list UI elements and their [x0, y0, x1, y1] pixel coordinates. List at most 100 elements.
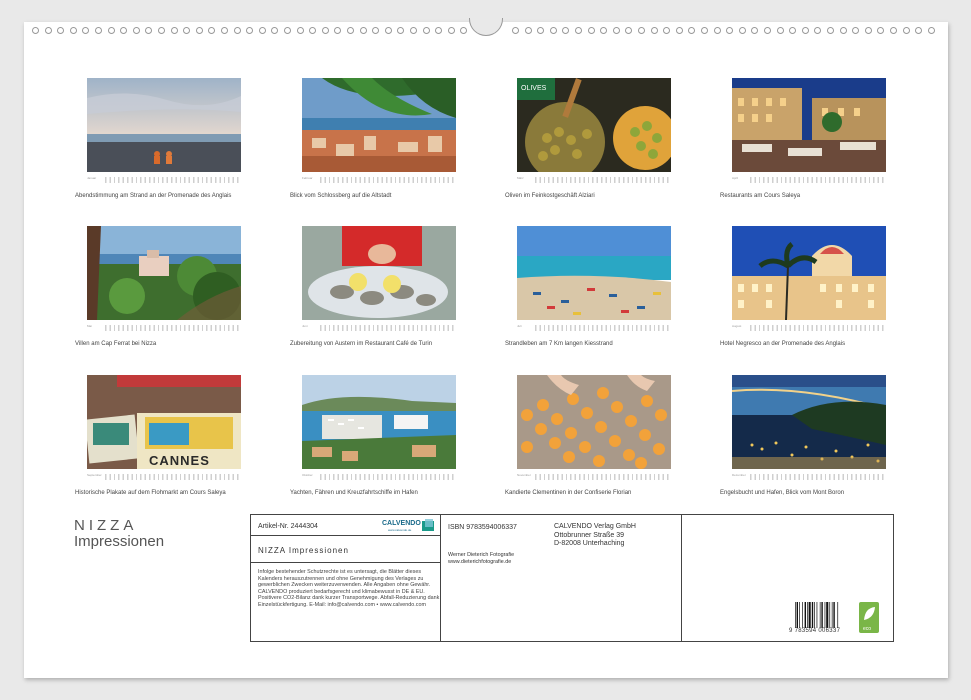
month-name: September: [87, 473, 102, 477]
month-days: [105, 177, 241, 183]
month-name: Mai: [87, 324, 92, 328]
calendar-title: NIZZA: [74, 517, 138, 534]
binding-ring: [549, 27, 557, 34]
photo-caption: Historische Plakate auf dem Flohmarkt am…: [75, 490, 226, 496]
month-calendar-strip: Dezember: [732, 473, 886, 483]
photo-april: [732, 78, 886, 172]
photo-caption: Abendstimmung am Strand an der Promenade…: [75, 193, 232, 199]
author-name: Werner Dieterich Fotografie: [448, 552, 515, 558]
binding-ring: [801, 27, 809, 34]
binding-ring: [233, 27, 241, 34]
binding-ring: [145, 27, 153, 34]
binding-ring: [410, 27, 417, 34]
month-days: [320, 177, 456, 183]
calendar-subtitle: Impressionen: [74, 533, 165, 550]
product-title: NIZZA Impressionen: [258, 546, 349, 555]
binding-ring: [334, 27, 342, 34]
binding-ring: [688, 27, 696, 34]
month-days: [320, 474, 456, 480]
binding-ring: [32, 27, 39, 34]
binding-ring: [82, 27, 90, 34]
binding-ring: [132, 27, 140, 34]
binding-ring: [839, 27, 847, 34]
isbn: ISBN 9783594006337: [448, 524, 517, 531]
month-name: Dezember: [732, 473, 746, 477]
publisher-city: D-82008 Unterhaching: [554, 540, 625, 547]
month-name: Februar: [302, 176, 313, 180]
photo-caption: Engelsbucht und Hafen, Blick vom Mont Bo…: [720, 490, 845, 496]
photo-caption: Blick vom Schlossberg auf die Altstadt: [290, 193, 392, 199]
binding-ring: [44, 27, 52, 34]
photo-june: [302, 226, 456, 320]
eco-label-text: eco: [863, 626, 871, 632]
binding-ring: [107, 27, 115, 34]
cannes-poster-text: CANNES: [149, 453, 210, 468]
month-name: April: [732, 176, 739, 180]
calendar-back-sheet: OLIVES CANNES NIZZA Impressionen Artikel…: [24, 18, 948, 678]
hotel-photo: [732, 226, 886, 320]
calvendo-logo-text: CALVENDO: [382, 520, 421, 527]
month-name: Januar: [87, 176, 97, 180]
photo-caption: Kandierte Clementinen in der Confiserie …: [505, 490, 632, 496]
binding-ring: [95, 27, 102, 34]
binding-ring: [663, 27, 671, 34]
month-days: [320, 325, 456, 331]
binding-ring: [246, 27, 254, 34]
binding-ring: [183, 27, 191, 34]
binding-ring: [69, 27, 77, 34]
publisher-name: CALVENDO Verlag GmbH: [554, 523, 636, 530]
binding-ring: [852, 27, 860, 34]
month-calendar-strip: Oktober: [302, 473, 456, 483]
photo-caption: Villen am Cap Ferrat bei Nizza: [75, 341, 157, 347]
oysters-photo: [302, 226, 456, 320]
photo-july: [517, 226, 671, 320]
binding-ring: [764, 27, 771, 34]
binding-ring: [625, 27, 633, 34]
binding-ring: [638, 27, 645, 34]
month-name: Juli: [517, 324, 522, 328]
month-name: August: [732, 324, 742, 328]
month-calendar-strip: Mai: [87, 324, 241, 334]
bay-night-photo: [732, 375, 886, 469]
author-url[interactable]: www.dieterichfotografie.de: [448, 559, 511, 565]
binding-ring: [562, 27, 570, 34]
month-name: Juni: [302, 324, 308, 328]
binding-ring: [284, 27, 291, 34]
beach-life-photo: [517, 226, 671, 320]
photo-october: [302, 375, 456, 469]
binding-ring: [120, 27, 128, 34]
month-name: Oktober: [302, 473, 313, 477]
month-calendar-strip: April: [732, 176, 886, 186]
binding-ring: [309, 27, 317, 34]
photo-caption: Yachten, Fähren und Kreuzfahrtschiffe im…: [290, 490, 418, 496]
photo-february: [302, 78, 456, 172]
binding-ring: [915, 27, 923, 34]
binding-ring: [776, 27, 784, 34]
binding-ring: [359, 27, 367, 34]
binding-ring: [422, 27, 430, 34]
olives-sign: OLIVES: [521, 85, 547, 92]
month-calendar-strip: Januar: [87, 176, 241, 186]
month-days: [105, 474, 241, 480]
binding-ring: [372, 27, 380, 34]
posters-photo: CANNES: [87, 375, 241, 469]
binding-ring: [447, 27, 455, 34]
binding-ring: [537, 27, 545, 34]
photo-march: OLIVES: [517, 78, 671, 172]
photo-august: [732, 226, 886, 320]
calvendo-logo-sub: www.calvendo.de: [388, 528, 412, 532]
binding-ring: [587, 27, 595, 34]
binding-ring: [170, 27, 178, 34]
month-calendar-strip: September: [87, 473, 241, 483]
barcode-icon: [795, 602, 839, 628]
calvendo-logo-icon: [422, 519, 434, 531]
month-days: [535, 474, 671, 480]
binding-ring: [512, 27, 519, 34]
photo-december: [732, 375, 886, 469]
month-name: März: [517, 176, 524, 180]
binding-ring: [158, 27, 165, 34]
clementines-photo: [517, 375, 671, 469]
photo-september: CANNES: [87, 375, 241, 469]
olives-photo: OLIVES: [517, 78, 671, 172]
binding-ring: [827, 27, 834, 34]
